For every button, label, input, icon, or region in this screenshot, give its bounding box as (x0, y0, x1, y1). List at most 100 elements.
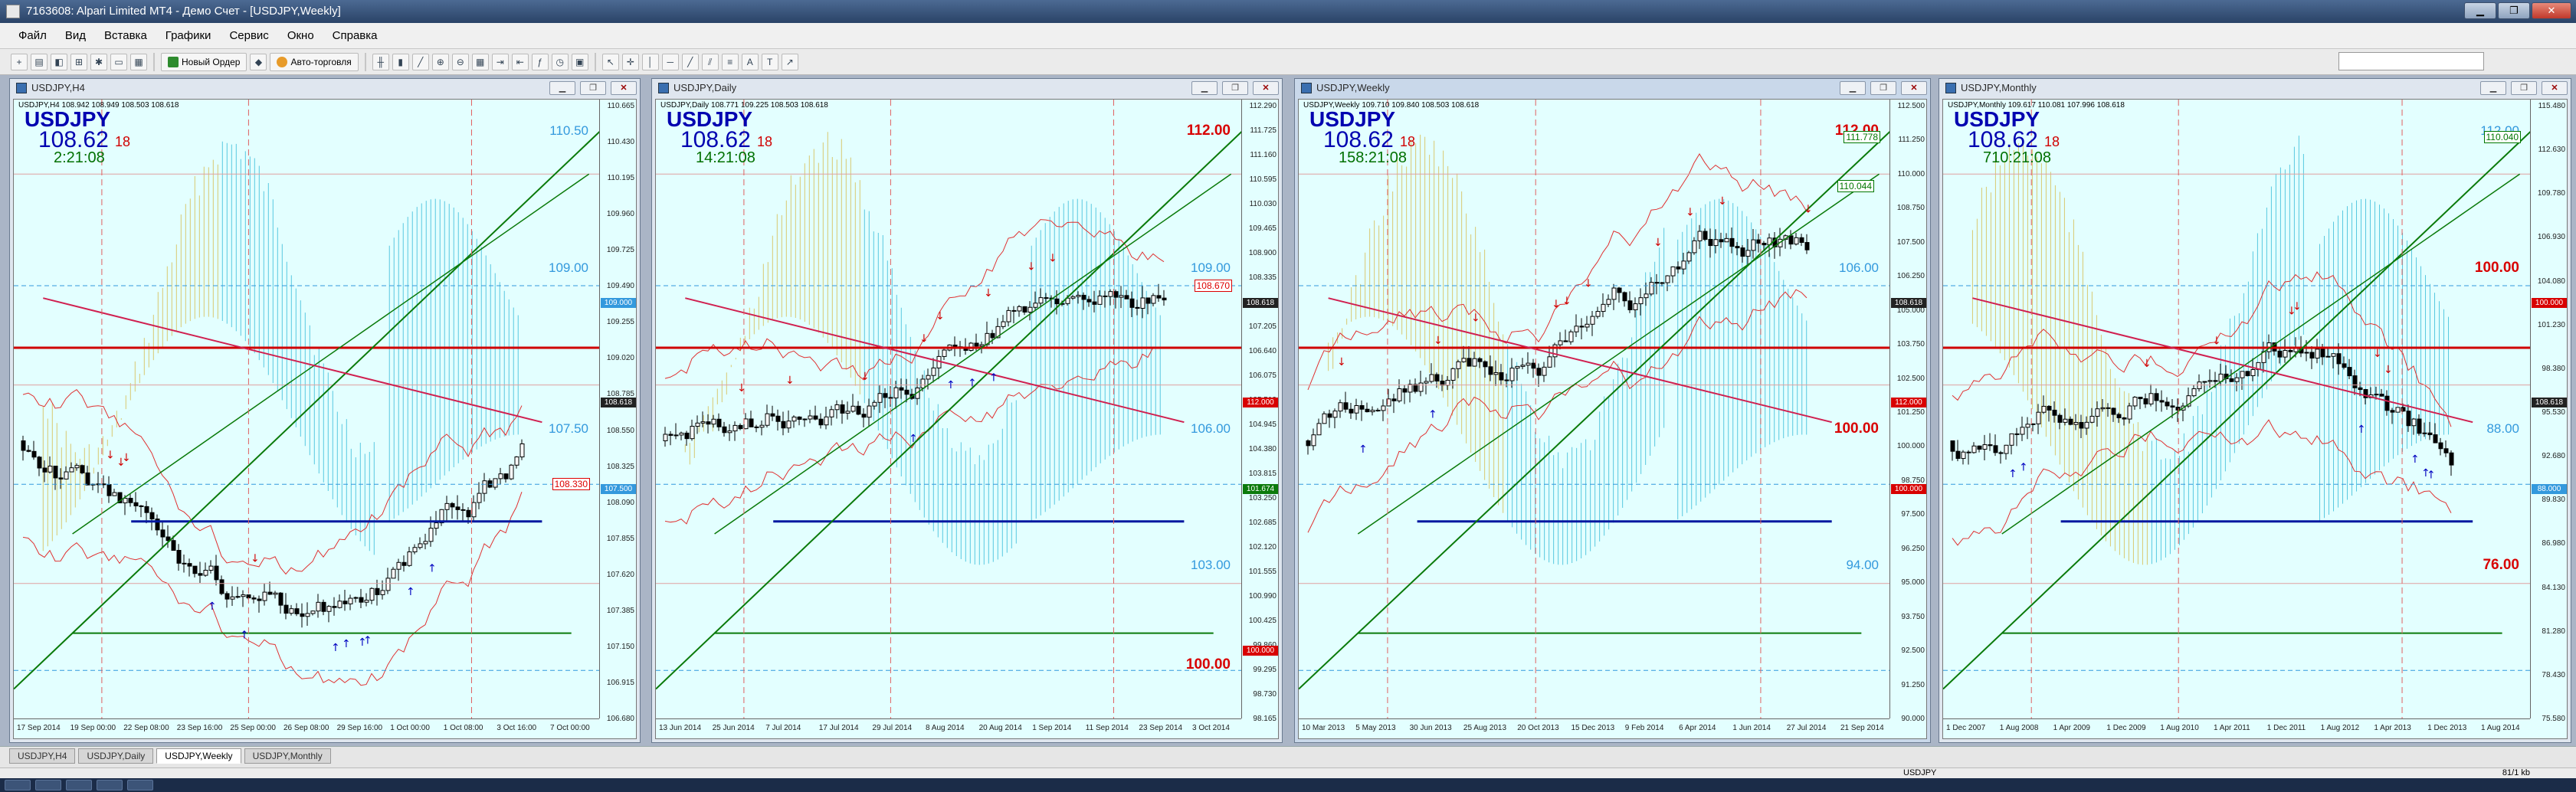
tab-usdjpy-weekly[interactable]: USDJPY,Weekly (156, 748, 241, 764)
chart-window-d1[interactable]: USDJPY,Daily ▁ ❐ ✕ ↓ ↓ ↓ ↓ ↓ ↓ ↑ ↑ ↑ ↓ ↑ ↓ 112.290 111.72… (651, 78, 1283, 743)
taskbar-app[interactable] (35, 780, 61, 790)
spread-value: 18 (2044, 134, 2060, 149)
price-tick-label: 90.000 (1901, 715, 1925, 723)
menu-insert[interactable]: Вставка (95, 25, 156, 47)
chart-close-button[interactable]: ✕ (611, 81, 637, 95)
templates-icon[interactable]: ▣ (571, 53, 588, 70)
chart-minimize-button[interactable]: ▁ (2480, 81, 2506, 95)
maximize-button[interactable]: ❐ (2498, 2, 2530, 19)
price-tick-label: 95.000 (1901, 578, 1925, 587)
chart-maximize-button[interactable]: ❐ (580, 81, 606, 95)
price-tick-label: 107.150 (606, 642, 634, 651)
candlestick-icon[interactable]: ▮ (392, 53, 409, 70)
menu-tools[interactable]: Сервис (220, 25, 277, 47)
chart-area[interactable]: ↓ ↓ ↓ ↓ ↓ ↓ ↑ ↑ ↑ ↓ ↑ ↓ 112.290 111.725 111.160 110.595… (655, 99, 1279, 739)
chart-area[interactable]: ↑ ↓ ↓ ↑ ↑ ↑ ↑ ↓ ↑ ↓ ↓ ↓ 115.480 112.630 109.780 106.930… (1942, 99, 2568, 739)
start-button[interactable] (5, 780, 31, 790)
close-button[interactable]: ✕ (2532, 2, 2571, 19)
menu-help[interactable]: Справка (323, 25, 387, 47)
price-scale[interactable]: 110.665 110.430 110.195 109.960 109.725 109.4… (599, 100, 636, 723)
search-input[interactable] (2338, 52, 2484, 70)
price-tick-label: 110.000 (1897, 169, 1925, 178)
chart-close-button[interactable]: ✕ (1901, 81, 1927, 95)
zoom-in-icon[interactable]: ⊕ (431, 53, 449, 70)
chart-shift-icon[interactable]: ⇤ (511, 53, 529, 70)
time-scale[interactable]: 13 Jun 2014 25 Jun 2014 7 Jul 2014 17 Jul 2… (656, 718, 1241, 738)
menu-window[interactable]: Окно (278, 25, 323, 47)
price-tick-label: 108.900 (1248, 249, 1277, 257)
new-order-button[interactable]: Новый Ордер (161, 52, 247, 71)
taskbar-app[interactable] (66, 780, 92, 790)
price-scale[interactable]: 112.500 111.250 110.000 108.750 107.500 106.2… (1889, 100, 1926, 723)
chart-window-h4[interactable]: USDJPY,H4 ▁ ❐ ✕ ↑ ↓ ↑ ↑ ↓ ↓ ↑ ↑ ↑ ↓ ↑ ↑ 110.665 110.430 11… (9, 78, 641, 743)
text-label-icon[interactable]: T (761, 53, 778, 70)
zoom-out-icon[interactable]: ⊖ (451, 53, 469, 70)
chart-area[interactable]: ↑ ↓ ↑ ↑ ↓ ↓ ↑ ↑ ↑ ↓ ↑ ↑ 110.665 110.430 110.195 109.960… (13, 99, 637, 739)
menu-view[interactable]: Вид (56, 25, 95, 47)
chart-window-w1[interactable]: USDJPY,Weekly ▁ ❐ ✕ ↓ ↓ ↓ ↑ ↓ ↓ ↑ ↓ ↓ ↓ ↓ ↓ 112.500 111.2… (1294, 78, 1931, 743)
bar-chart-icon[interactable]: ╫ (372, 53, 389, 70)
time-tick-label: 1 Dec 2011 (2266, 724, 2306, 732)
metaeditor-icon[interactable]: ◆ (250, 53, 267, 70)
time-scale[interactable]: 10 Mar 2013 5 May 2013 30 Jun 2013 25 Aug 2… (1299, 718, 1889, 738)
profiles-icon[interactable]: ▤ (31, 53, 48, 70)
autoscroll-icon[interactable]: ⇥ (491, 53, 509, 70)
price-tick-label: 100.990 (1248, 592, 1277, 601)
arrows-icon[interactable]: ↗ (781, 53, 798, 70)
menu-charts[interactable]: Графики (156, 25, 221, 47)
line-chart-icon[interactable]: ╱ (411, 53, 429, 70)
chart-minimize-button[interactable]: ▁ (1191, 81, 1218, 95)
price-scale[interactable]: 112.290 111.725 111.160 110.595 110.030 109.4… (1241, 100, 1278, 723)
chart-maximize-button[interactable]: ❐ (2511, 81, 2537, 95)
indicators-icon[interactable]: ƒ (531, 53, 549, 70)
navigator-icon[interactable]: ✱ (90, 53, 107, 70)
price-scale[interactable]: 115.480 112.630 109.780 106.930 104.080 101.2… (2530, 100, 2567, 723)
text-icon[interactable]: A (741, 53, 759, 70)
price-tick-label: 91.250 (1901, 680, 1925, 689)
data-window-icon[interactable]: ⊞ (70, 53, 87, 70)
chart-minimize-button[interactable]: ▁ (1840, 81, 1866, 95)
time-scale[interactable]: 1 Dec 2007 1 Aug 2008 1 Apr 2009 1 Dec 2009… (1943, 718, 2530, 738)
tab-usdjpy-h4[interactable]: USDJPY,H4 (9, 748, 76, 764)
chart-overlay: USDJPY,Daily 108.771 109.225 108.503 108… (656, 100, 1243, 720)
vertical-line-icon[interactable]: │ (641, 53, 659, 70)
app-window: 7163608: Alpari Limited MT4 - Демо Счет … (0, 0, 2576, 792)
market-watch-icon[interactable]: ◧ (51, 53, 67, 70)
channel-icon[interactable]: ⫽ (701, 53, 719, 70)
time-tick-label: 23 Sep 2014 (1139, 724, 1183, 732)
price-tick-label: 95.530 (2542, 408, 2565, 417)
chart-icon (658, 83, 669, 93)
new-order-icon (168, 56, 179, 67)
chart-minimize-button[interactable]: ▁ (549, 81, 575, 95)
time-tick-label: 5 May 2013 (1355, 724, 1396, 732)
minimize-button[interactable]: ▁ (2464, 2, 2496, 19)
taskbar-app[interactable] (97, 780, 123, 790)
chart-window-mn[interactable]: USDJPY,Monthly ▁ ❐ ✕ ↑ ↓ ↓ ↑ ↑ ↑ ↑ ↓ ↑ ↓ ↓ ↓ 115.480 112.… (1939, 78, 2571, 743)
time-tick-label: 25 Jun 2014 (712, 724, 755, 732)
chart-close-button[interactable]: ✕ (2542, 81, 2568, 95)
bid-price: 108.62 (1323, 127, 1394, 152)
trendline-icon[interactable]: ╱ (681, 53, 699, 70)
menu-file[interactable]: Файл (9, 25, 56, 47)
tab-usdjpy-monthly[interactable]: USDJPY,Monthly (244, 748, 331, 764)
chart-maximize-button[interactable]: ❐ (1222, 81, 1248, 95)
time-scale[interactable]: 17 Sep 2014 19 Sep 00:00 22 Sep 08:00 23 Se… (14, 718, 599, 738)
level-label: 88.00 (2486, 421, 2519, 437)
chart-area[interactable]: ↓ ↓ ↓ ↑ ↓ ↓ ↑ ↓ ↓ ↓ ↓ ↓ 112.500 111.250 110.000 108.750… (1298, 99, 1927, 739)
fibonacci-icon[interactable]: ≡ (721, 53, 739, 70)
periods-icon[interactable]: ◷ (551, 53, 569, 70)
terminal-icon[interactable]: ▭ (110, 53, 127, 70)
chart-close-button[interactable]: ✕ (1253, 81, 1279, 95)
chart-maximize-button[interactable]: ❐ (1870, 81, 1896, 95)
auto-trading-button[interactable]: Авто-торговля (270, 52, 359, 71)
strategy-tester-icon[interactable]: ▦ (130, 53, 147, 70)
taskbar-app[interactable] (127, 780, 153, 790)
time-tick-label: 8 Aug 2014 (926, 724, 965, 732)
price-tick-label: 110.195 (607, 174, 634, 183)
cursor-icon[interactable]: ↖ (601, 53, 619, 70)
horizontal-line-icon[interactable]: ─ (661, 53, 679, 70)
crosshair-icon[interactable]: ✛ (621, 53, 639, 70)
new-chart-icon[interactable]: + (11, 53, 28, 70)
tile-windows-icon[interactable]: ▦ (471, 53, 489, 70)
tab-usdjpy-daily[interactable]: USDJPY,Daily (78, 748, 154, 764)
